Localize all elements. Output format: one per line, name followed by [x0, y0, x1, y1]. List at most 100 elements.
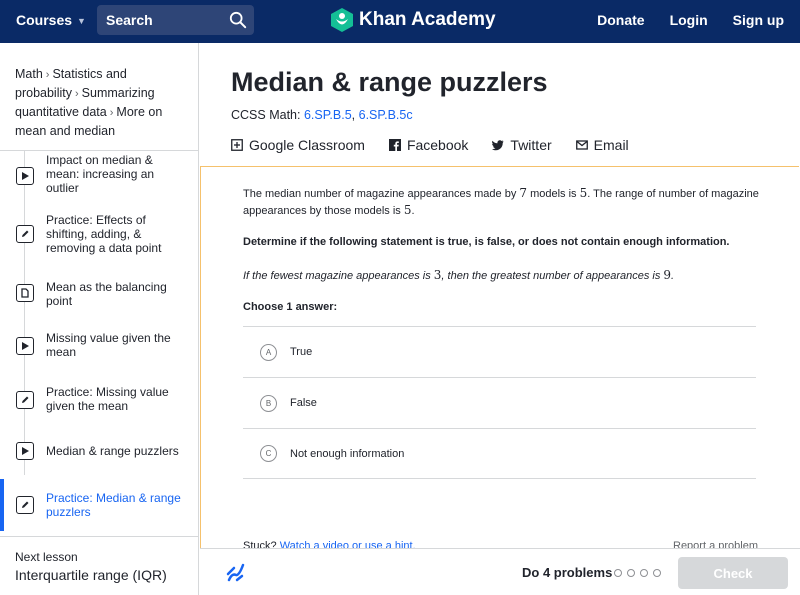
- share-facebook-label: Facebook: [406, 137, 469, 153]
- math-value: 9: [663, 268, 672, 282]
- lesson-item[interactable]: Mean as the balancing point: [0, 267, 198, 319]
- lesson-connector: [24, 243, 25, 267]
- sidebar-divider: [0, 536, 198, 537]
- progress-dot: [653, 569, 661, 577]
- lesson-connector: [24, 151, 25, 167]
- math-value: 7: [519, 186, 528, 200]
- share-email-button[interactable]: Email: [575, 137, 629, 153]
- stuck-help: Stuck? Watch a video or use a hint.: [243, 540, 416, 548]
- scratchpad-icon[interactable]: [226, 561, 246, 583]
- choice-letter-badge: B: [260, 394, 277, 412]
- choice-false[interactable]: B False: [243, 377, 756, 428]
- ccss-link-1[interactable]: 6.SP.B.5: [304, 108, 352, 122]
- share-bar: Google Classroom Facebook Twitter Email: [231, 137, 629, 153]
- lesson-connector: [24, 460, 25, 475]
- choice-not-enough-info[interactable]: C Not enough information: [243, 428, 756, 479]
- check-button[interactable]: Check: [678, 557, 788, 589]
- main-content: Median & range puzzlers CCSS Math: 6.SP.…: [200, 43, 800, 595]
- lesson-label: Mean as the balancing point: [46, 280, 167, 308]
- lesson-item[interactable]: Practice: Effects of shifting, adding, &…: [0, 201, 198, 267]
- progress-dot: [614, 569, 622, 577]
- page-title: Median & range puzzlers: [231, 67, 548, 97]
- lesson-item[interactable]: Practice: Missing value given the mean: [0, 373, 198, 427]
- logo-text: Khan Academy: [359, 9, 496, 30]
- share-twitter-label: Twitter: [510, 137, 552, 153]
- breadcrumb-chevron-icon: ›: [45, 69, 50, 81]
- top-navigation-bar: Courses ▼ Khan Academy Donate Login Sign…: [0, 0, 800, 43]
- lesson-item[interactable]: Impact on median & mean: increasing an o…: [0, 151, 198, 201]
- prompt-text: The median number of magazine appearance…: [243, 188, 520, 200]
- statement-text: If the fewest magazine appearances is: [243, 270, 434, 282]
- lesson-connector: [24, 427, 25, 442]
- play-icon: [16, 167, 34, 185]
- lesson-label: Missing value given the mean: [46, 331, 171, 359]
- chevron-down-icon: ▼: [77, 15, 86, 26]
- watch-video-hint-link[interactable]: Watch a video or use a hint.: [280, 540, 416, 548]
- khan-academy-logo[interactable]: Khan Academy: [331, 8, 496, 32]
- pencil-icon: [16, 225, 34, 243]
- courses-menu-button[interactable]: Courses ▼: [16, 12, 86, 28]
- next-lesson-link[interactable]: Interquartile range (IQR): [15, 567, 167, 583]
- lesson-connector: [24, 267, 25, 284]
- report-problem-link[interactable]: Report a problem: [673, 540, 758, 548]
- progress-dots: [614, 569, 661, 577]
- twitter-icon: [492, 140, 504, 151]
- search-input[interactable]: [106, 12, 221, 28]
- lesson-connector: [24, 319, 25, 337]
- article-icon: [16, 284, 34, 302]
- lesson-label: Practice: Missing value given the mean: [46, 385, 169, 413]
- share-google-classroom-button[interactable]: Google Classroom: [231, 137, 365, 153]
- breadcrumb-chevron-icon: ›: [109, 107, 114, 119]
- choice-label: False: [290, 397, 317, 409]
- share-email-label: Email: [593, 137, 629, 153]
- prompt-text: .: [411, 205, 415, 217]
- statement-text: .: [671, 270, 675, 282]
- search-icon[interactable]: [229, 11, 247, 29]
- search-box[interactable]: [97, 5, 254, 35]
- account-links: Donate Login Sign up: [597, 12, 784, 28]
- lesson-label: Practice: Effects of shifting, adding, &…: [46, 213, 162, 255]
- share-facebook-button[interactable]: Facebook: [388, 137, 469, 153]
- lesson-list[interactable]: Impact on median & mean: increasing an o…: [0, 151, 198, 536]
- pencil-icon: [16, 391, 34, 409]
- answer-choices: A True B False C Not enough information: [243, 326, 756, 479]
- lesson-label: Impact on median & mean: increasing an o…: [46, 153, 155, 195]
- play-icon: [16, 442, 34, 460]
- ccss-link-2[interactable]: 6.SP.B.5c: [359, 108, 413, 122]
- problem-count-label: Do 4 problems: [522, 565, 613, 580]
- choice-label: True: [290, 346, 313, 358]
- breadcrumb: Math › Statistics and probability › Summariz…: [15, 65, 190, 140]
- courses-label: Courses: [16, 12, 73, 28]
- statement-text: , then the greatest number of appearance…: [441, 270, 664, 282]
- lesson-connector: [24, 302, 25, 319]
- lesson-item[interactable]: Median & range puzzlers: [0, 427, 198, 475]
- pencil-icon: [16, 496, 34, 514]
- donate-link[interactable]: Donate: [597, 12, 644, 28]
- lesson-label: Practice: Median & range puzzlers: [46, 491, 181, 519]
- share-google-label: Google Classroom: [249, 137, 365, 153]
- google-classroom-icon: [231, 139, 243, 151]
- ccss-standards: CCSS Math: 6.SP.B.5, 6.SP.B.5c: [231, 108, 413, 122]
- choice-label: Not enough information: [290, 447, 405, 460]
- lesson-label: Median & range puzzlers: [46, 444, 179, 458]
- login-link[interactable]: Login: [670, 12, 708, 28]
- choose-answer-label: Choose 1 answer:: [243, 301, 338, 313]
- lesson-connector: [24, 355, 25, 373]
- share-twitter-button[interactable]: Twitter: [492, 137, 552, 153]
- exercise-panel: The median number of magazine appearance…: [200, 166, 799, 548]
- progress-dot: [640, 569, 648, 577]
- question-statement: If the fewest magazine appearances is 3,…: [243, 268, 674, 282]
- email-icon: [575, 140, 588, 150]
- lesson-connector: [24, 201, 25, 225]
- breadcrumb-math[interactable]: Math: [15, 67, 43, 81]
- lesson-item-active[interactable]: Practice: Median & range puzzlers: [0, 479, 198, 531]
- choice-true[interactable]: A True: [243, 326, 756, 377]
- signup-link[interactable]: Sign up: [733, 12, 784, 28]
- active-indicator: [0, 479, 4, 531]
- exercise-footer: Do 4 problems Check: [200, 548, 800, 595]
- ccss-prefix: CCSS Math:: [231, 108, 304, 122]
- prompt-text: models is: [527, 188, 580, 200]
- lesson-item[interactable]: Missing value given the mean: [0, 319, 198, 373]
- next-lesson-label: Next lesson: [15, 550, 78, 564]
- choice-letter-badge: A: [260, 343, 277, 361]
